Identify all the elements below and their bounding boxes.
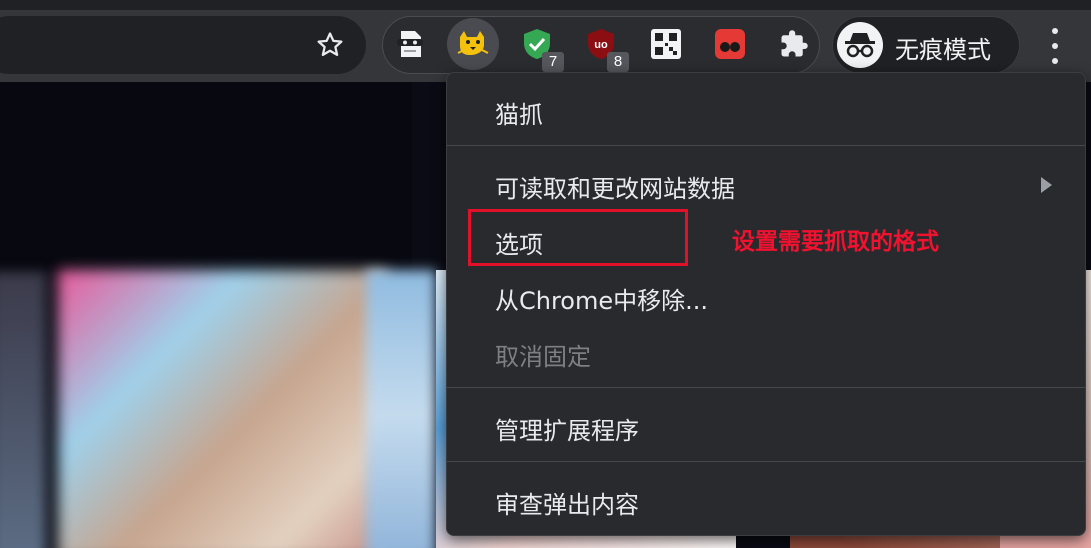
menu-inspect-popup[interactable]: 审查弹出内容: [495, 485, 639, 520]
red-dots-icon[interactable]: [704, 18, 756, 70]
menu-unpin[interactable]: 取消固定: [495, 337, 591, 372]
more-menu-icon[interactable]: [1040, 28, 1070, 64]
tab-strip: [0, 0, 1091, 10]
svg-text:uo: uo: [594, 39, 608, 51]
incognito-icon: [837, 22, 883, 68]
thumbnail-image[interactable]: [58, 270, 388, 548]
submenu-arrow-icon: [1041, 177, 1052, 193]
thumbnail-image[interactable]: [366, 270, 436, 548]
privacy-mask-extension-icon[interactable]: [384, 18, 436, 70]
cat-extension-icon[interactable]: [447, 18, 499, 70]
shield-check-badge: 7: [542, 52, 564, 72]
menu-extension-title[interactable]: 猫抓: [495, 95, 543, 130]
incognito-label: 无痕模式: [895, 36, 991, 64]
annotation-text: 设置需要抓取的格式: [732, 229, 939, 255]
menu-manage-extensions[interactable]: 管理扩展程序: [495, 411, 639, 446]
qr-code-icon[interactable]: [640, 18, 692, 70]
menu-divider: [447, 145, 1085, 146]
menu-site-access[interactable]: 可读取和更改网站数据: [495, 169, 735, 204]
thumbnail-image[interactable]: [0, 272, 46, 548]
dark-banner: [0, 82, 412, 272]
menu-divider: [447, 461, 1085, 462]
menu-divider: [447, 387, 1085, 388]
menu-remove-from-chrome[interactable]: 从Chrome中移除...: [495, 281, 708, 316]
incognito-indicator[interactable]: 无痕模式: [832, 16, 1020, 74]
puzzle-extensions-icon[interactable]: [768, 18, 820, 70]
options-highlight-box: [468, 209, 688, 266]
extension-context-menu: 猫抓 可读取和更改网站数据 选项 从Chrome中移除... 取消固定 管理扩展…: [446, 72, 1086, 536]
ublock-badge: 8: [607, 52, 629, 72]
bookmark-star-icon[interactable]: [312, 27, 348, 63]
browser-toolbar: 7 uo 8 无痕模式: [0, 0, 1091, 82]
